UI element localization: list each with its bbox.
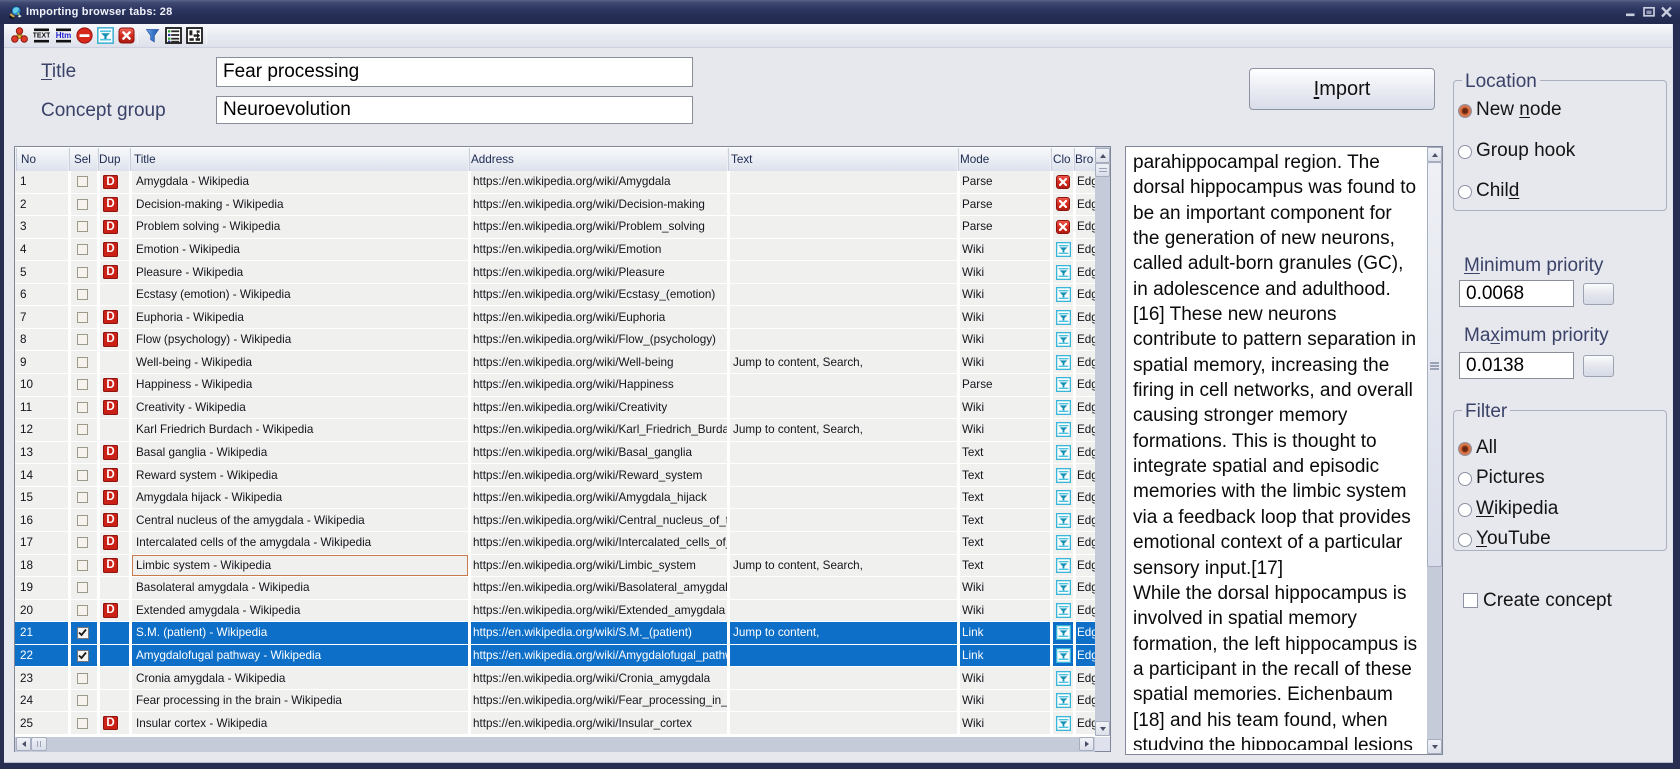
svg-text:TEXT: TEXT <box>33 33 50 40</box>
svg-text:Htm: Htm <box>56 31 72 40</box>
